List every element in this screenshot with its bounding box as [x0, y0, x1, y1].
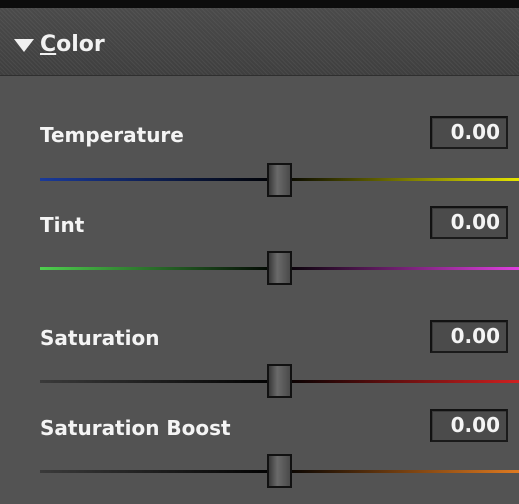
color-section-header[interactable]: Color: [0, 8, 519, 76]
tint-value-field[interactable]: 0.00: [430, 206, 508, 239]
section-title: Color: [40, 32, 105, 58]
title-rest: olor: [56, 32, 105, 57]
panel-top-edge: [0, 0, 519, 8]
temperature-slider-thumb[interactable]: [267, 163, 292, 197]
title-mnemonic: C: [40, 32, 57, 57]
saturation-value-field[interactable]: 0.00: [430, 320, 508, 353]
saturation-boost-value-field[interactable]: 0.00: [430, 409, 508, 442]
saturation-boost-slider-thumb[interactable]: [267, 454, 292, 488]
color-panel: Color Temperature 0.00 Tint 0.00 Saturat…: [0, 0, 519, 504]
temperature-value-field[interactable]: 0.00: [430, 116, 508, 149]
saturation-boost-label: Saturation Boost: [40, 416, 231, 440]
saturation-label: Saturation: [40, 326, 160, 350]
disclosure-triangle-down-icon[interactable]: [14, 39, 34, 52]
tint-label: Tint: [40, 213, 85, 237]
tint-slider-thumb[interactable]: [267, 251, 292, 285]
temperature-label: Temperature: [40, 123, 184, 147]
saturation-slider-thumb[interactable]: [267, 364, 292, 398]
